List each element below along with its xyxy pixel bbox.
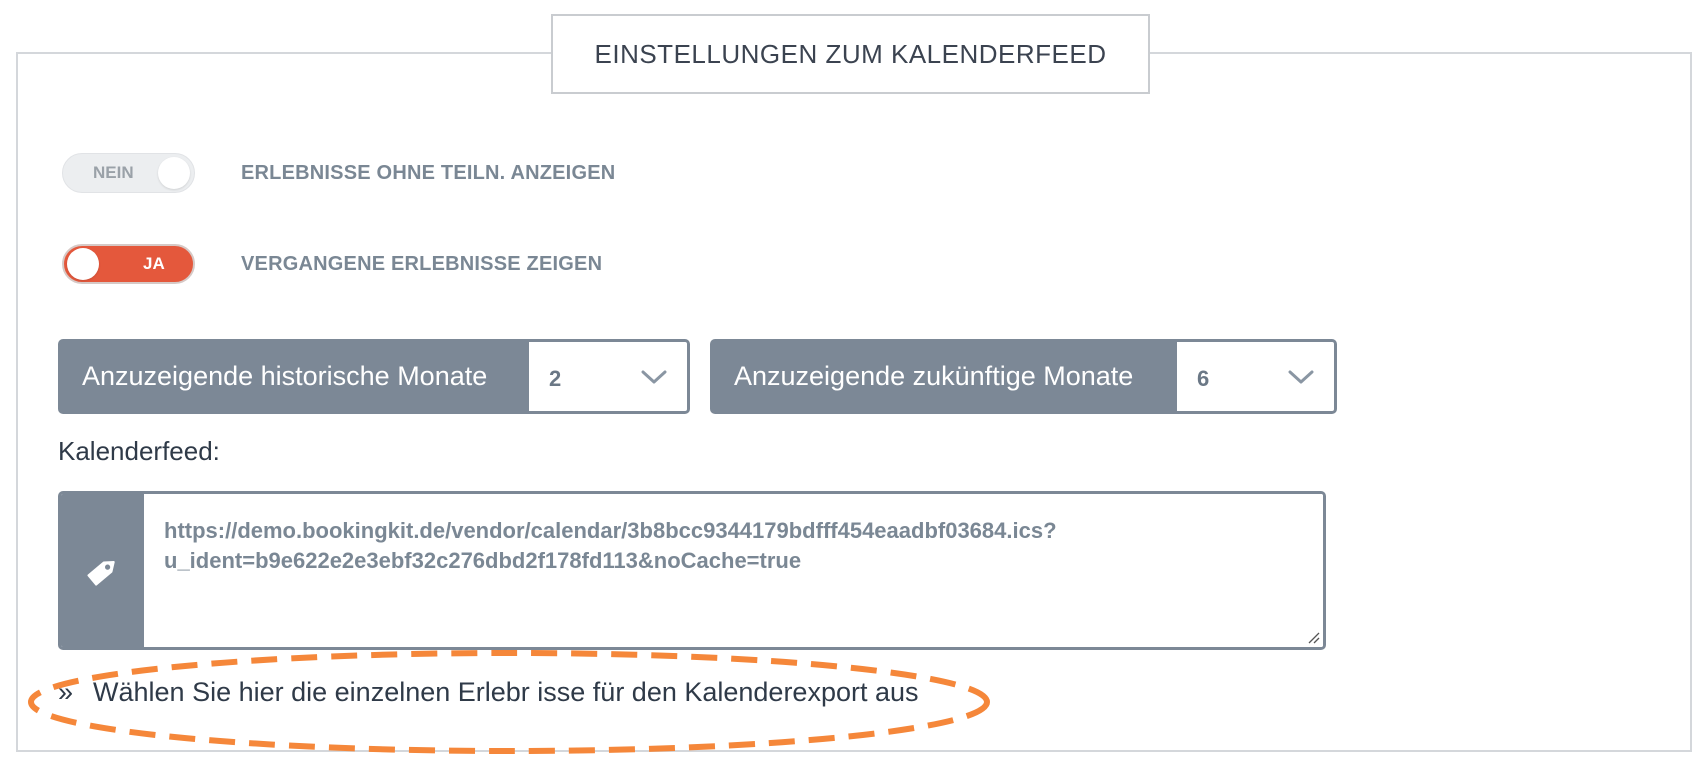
calendar-export-link[interactable]: » Wählen Sie hier die einzelnen Erlebr is… xyxy=(58,677,919,708)
history-months-value: 2 xyxy=(549,365,562,391)
toggle-label-without-participants: ERLEBNISSE OHNE TEILN. ANZEIGEN xyxy=(241,161,616,184)
feed-url-line-2: u_ident=b9e622e2e3ebf32c276dbd2f178fd113… xyxy=(164,548,802,573)
panel-title: EINSTELLUNGEN ZUM KALENDERFEED xyxy=(551,14,1150,94)
feed-url-line-1: https://demo.bookingkit.de/vendor/calend… xyxy=(164,518,1057,543)
raquo-icon: » xyxy=(58,677,74,707)
history-months-select[interactable]: 2 xyxy=(529,342,687,411)
export-link-text: Wählen Sie hier die einzelnen Erlebr iss… xyxy=(93,677,919,707)
toggle-knob xyxy=(67,248,99,280)
future-months-group: Anzuzeigende zukünftige Monate 6 xyxy=(710,339,1337,414)
toggle-knob xyxy=(158,157,190,189)
history-months-group: Anzuzeigende historische Monate 2 xyxy=(58,339,690,414)
tag-icon xyxy=(86,560,115,586)
feed-addon xyxy=(61,494,144,647)
resize-handle-icon[interactable] xyxy=(1306,630,1320,644)
toggle-show-without-participants[interactable]: NEIN xyxy=(62,153,195,193)
future-months-select[interactable]: 6 xyxy=(1177,342,1334,411)
history-months-label: Anzuzeigende historische Monate xyxy=(82,361,488,391)
chevron-down-icon xyxy=(1288,370,1314,383)
toggle-label-past-experiences: VERGANGENE ERLEBNISSE ZEIGEN xyxy=(241,252,603,275)
toggle-show-past-experiences[interactable]: JA xyxy=(62,244,195,284)
future-months-label: Anzuzeigende zukünftige Monate xyxy=(734,361,1134,391)
future-months-value: 6 xyxy=(1197,365,1210,391)
chevron-down-icon xyxy=(641,370,667,383)
toggle-row-past-experiences: JA VERGANGENE ERLEBNISSE ZEIGEN xyxy=(62,244,602,284)
calendar-feed-url-textarea[interactable]: https://demo.bookingkit.de/vendor/calend… xyxy=(144,494,1323,647)
calendar-feed-label: Kalenderfeed: xyxy=(58,436,220,466)
calendar-feed-input-group: https://demo.bookingkit.de/vendor/calend… xyxy=(58,491,1326,650)
toggle-state-label: NEIN xyxy=(93,163,134,182)
toggle-state-label: JA xyxy=(143,254,165,273)
toggle-row-without-participants: NEIN ERLEBNISSE OHNE TEILN. ANZEIGEN xyxy=(62,153,615,193)
